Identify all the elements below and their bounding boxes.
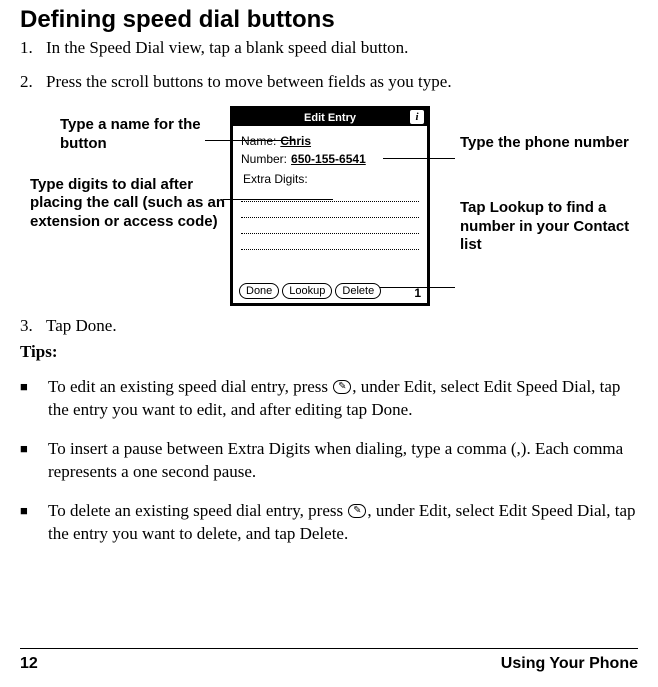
dotted-line[interactable] <box>241 204 419 218</box>
step-2-num: 2. <box>20 72 46 92</box>
bullet-icon: ■ <box>20 438 48 484</box>
number-value: 650-155-6541 <box>291 152 366 166</box>
section-title: Using Your Phone <box>501 655 638 673</box>
device-screenshot: Edit Entry i Name: Chris Number: 650-155… <box>230 106 430 306</box>
extra-digits-label: Extra Digits: <box>243 172 419 186</box>
page-number: 12 <box>20 655 38 673</box>
tip-2-text: To insert a pause between Extra Digits w… <box>48 438 638 484</box>
step-1-text: In the Speed Dial view, tap a blank spee… <box>46 38 408 58</box>
device-title: Edit Entry <box>304 112 356 124</box>
step-3: 3. Tap Done. <box>20 316 638 336</box>
tip-3-text: To delete an existing speed dial entry, … <box>48 500 638 546</box>
step-3-text: Tap Done. <box>46 316 117 336</box>
number-field[interactable]: Number: 650-155-6541 <box>241 152 419 166</box>
name-field[interactable]: Name: Chris <box>241 134 419 148</box>
dotted-line[interactable] <box>241 220 419 234</box>
name-label: Name: <box>241 134 276 148</box>
info-icon[interactable]: i <box>410 110 424 124</box>
step-3-num: 3. <box>20 316 46 336</box>
device-body: Name: Chris Number: 650-155-6541 Extra D… <box>233 126 427 250</box>
step-1: 1. In the Speed Dial view, tap a blank s… <box>20 38 638 58</box>
bullet-icon: ■ <box>20 376 48 422</box>
step-1-num: 1. <box>20 38 46 58</box>
page-heading: Defining speed dial buttons <box>20 6 638 34</box>
edit-icon: ✎ <box>348 504 366 518</box>
tip-3a: To delete an existing speed dial entry, … <box>48 501 347 520</box>
tip-1: ■ To edit an existing speed dial entry, … <box>20 376 638 422</box>
figure: Type a name for the button Type digits t… <box>20 106 638 306</box>
dotted-line[interactable] <box>241 236 419 250</box>
number-label: Number: <box>241 152 287 166</box>
leader-line <box>205 140 295 141</box>
device-button-row: Done Lookup Delete <box>239 283 381 299</box>
leader-line <box>223 199 333 200</box>
bullet-icon: ■ <box>20 500 48 546</box>
name-value: Chris <box>280 134 311 148</box>
callouts-right: Type the phone number Tap Lookup to find… <box>430 106 630 255</box>
device-titlebar: Edit Entry i <box>233 109 427 126</box>
tips-heading: Tips: <box>20 342 638 362</box>
device-page-number: 1 <box>414 286 421 300</box>
tip-3: ■ To delete an existing speed dial entry… <box>20 500 638 546</box>
tip-2: ■ To insert a pause between Extra Digits… <box>20 438 638 484</box>
step-2: 2. Press the scroll buttons to move betw… <box>20 72 638 92</box>
callout-lookup: Tap Lookup to find a number in your Cont… <box>460 199 630 255</box>
tip-1a: To edit an existing speed dial entry, pr… <box>48 377 332 396</box>
callout-name: Type a name for the button <box>60 116 230 154</box>
page-footer: 12 Using Your Phone <box>20 648 638 673</box>
tip-1-text: To edit an existing speed dial entry, pr… <box>48 376 638 422</box>
done-button[interactable]: Done <box>239 283 279 299</box>
callout-extra-digits: Type digits to dial after placing the ca… <box>30 176 230 232</box>
edit-icon: ✎ <box>333 380 351 394</box>
delete-button[interactable]: Delete <box>335 283 381 299</box>
lookup-button[interactable]: Lookup <box>282 283 332 299</box>
callout-number: Type the phone number <box>460 134 630 153</box>
callouts-left: Type a name for the button Type digits t… <box>20 106 230 232</box>
step-2-text: Press the scroll buttons to move between… <box>46 72 452 92</box>
leader-line <box>383 158 455 159</box>
